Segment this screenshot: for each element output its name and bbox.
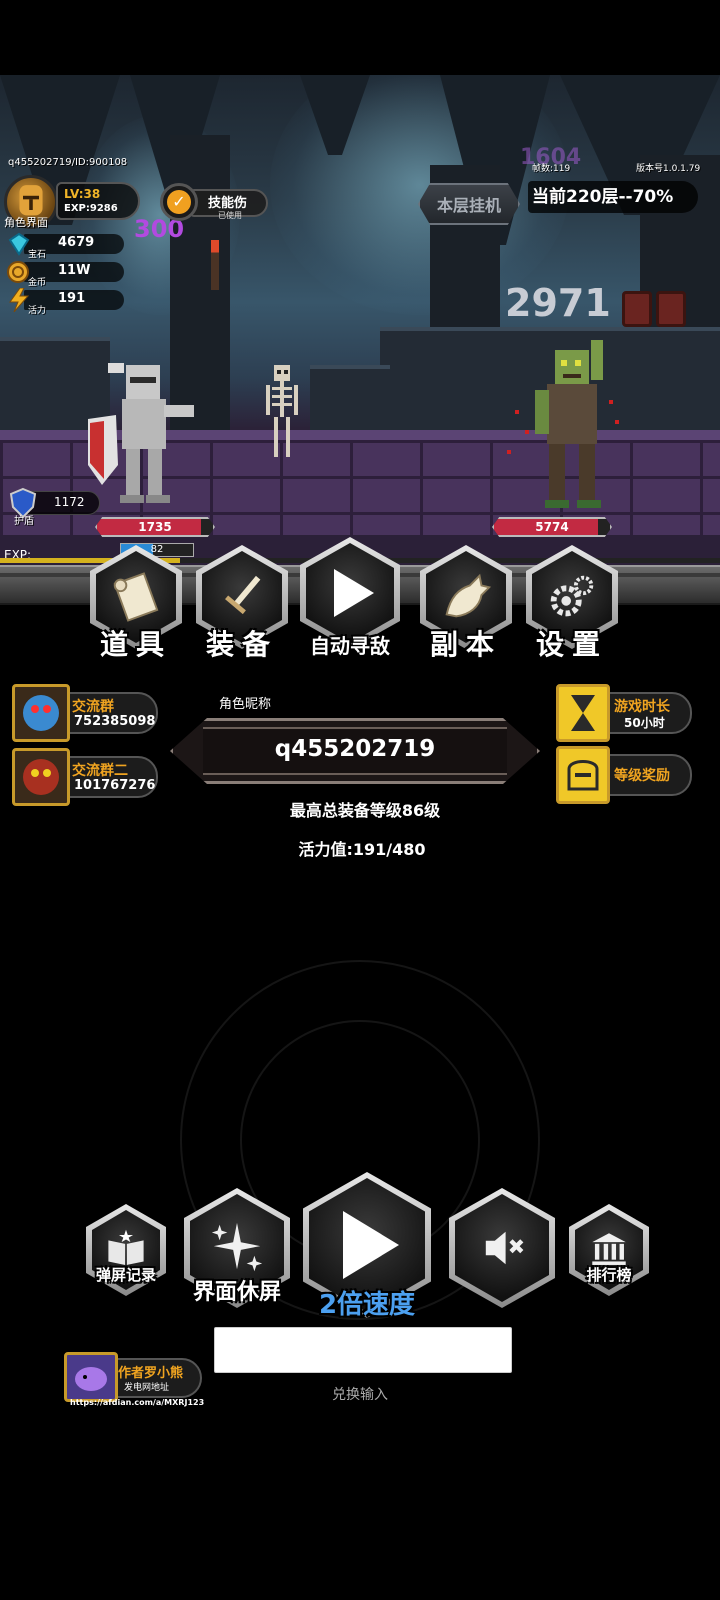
community-group-1[interactable]: 交流群 752385098 xyxy=(12,684,158,746)
gold-value: 11W xyxy=(58,263,91,278)
group-1-name: 交流群 xyxy=(72,699,114,715)
player-knight-sprite xyxy=(88,363,194,503)
check-icon: ✓ xyxy=(167,190,191,214)
gem-label: 宝石 xyxy=(28,250,47,260)
danmaku-record-button[interactable]: 弹屏记录 xyxy=(86,1204,166,1296)
nickname-label: 角色昵称 xyxy=(219,697,272,712)
group-1-number: 752385098 xyxy=(74,714,156,729)
hourglass-frame xyxy=(556,684,610,742)
barrel xyxy=(656,291,686,327)
skeleton-sprite xyxy=(266,365,298,457)
level-display: LV:38 xyxy=(64,187,101,201)
skill-used-label: 已使用 xyxy=(218,211,242,220)
hourglass-icon xyxy=(571,695,595,731)
hang-floor-button[interactable]: 本层挂机 xyxy=(418,183,520,225)
rock-ledge xyxy=(310,365,390,435)
menu-settings-button[interactable]: 设置 xyxy=(522,545,622,665)
exp-value: EXP:9286 xyxy=(64,203,118,214)
menu-settings-label: 设置 xyxy=(535,628,608,661)
gem-value: 4679 xyxy=(58,235,95,250)
scroll-icon xyxy=(113,572,159,622)
shield-label: 护盾 xyxy=(14,516,34,527)
enemy-hp-bar: 5774 xyxy=(492,517,612,537)
torch xyxy=(211,240,219,290)
menu-auto-find-button[interactable]: 自动寻敌 xyxy=(300,537,400,665)
fps-counter: 帧数:119 xyxy=(532,164,571,174)
player-id-line: q455202719/ID:900108 xyxy=(8,157,128,168)
helmet-frame xyxy=(556,746,610,804)
speed-label: 2倍速度 xyxy=(318,1290,416,1320)
menu-auto-find-label: 自动寻敌 xyxy=(310,634,390,658)
battle-scene: 300 2971 1604 xyxy=(0,75,720,580)
play-icon xyxy=(334,569,374,617)
vitality-value: 活力值:191/480 xyxy=(298,840,426,859)
playtime-label: 游戏时长 xyxy=(614,699,670,715)
menu-dungeon-label: 副本 xyxy=(429,628,502,661)
gold-helmet-icon xyxy=(567,760,599,791)
speaker-mute-icon xyxy=(485,1231,524,1265)
playtime-button[interactable]: 游戏时长 50小时 xyxy=(556,684,692,744)
shield-value: 1172 xyxy=(54,495,85,509)
group-avatar xyxy=(12,684,70,742)
energy-stat: 191 活力 xyxy=(6,288,124,316)
gold-label: 金币 xyxy=(28,278,47,288)
enemy-zombie-sprite xyxy=(507,340,619,508)
mute-button[interactable] xyxy=(449,1188,555,1308)
monster-icon xyxy=(23,695,59,731)
floor-progress: 当前220层--70% xyxy=(528,181,698,213)
role-screen-label[interactable]: 角色界面 xyxy=(4,214,48,230)
screen-sleep-button[interactable]: 界面休屏 xyxy=(184,1188,290,1308)
leaderboard-label: 排行榜 xyxy=(586,1266,632,1284)
barrel xyxy=(622,291,652,327)
gear-icon xyxy=(550,575,594,617)
sparkle-icon xyxy=(211,1222,263,1272)
skill-damage-button[interactable]: ✓ 技能伤 已使用 xyxy=(160,183,268,221)
demon-icon xyxy=(23,759,59,795)
group-2-number: 101767276 xyxy=(74,778,156,793)
damage-popup: 2971 xyxy=(505,281,611,325)
leaderboard-button[interactable]: 排行榜 xyxy=(569,1204,649,1296)
dragon-icon xyxy=(445,573,492,618)
danmaku-record-label: 弹屏记录 xyxy=(95,1266,156,1284)
nickname-value: q455202719 xyxy=(274,736,436,762)
energy-label: 活力 xyxy=(28,306,47,316)
group-2-name: 交流群二 xyxy=(72,763,128,779)
level-reward-label: 等级奖励 xyxy=(614,768,670,784)
menu-equipment-label: 装备 xyxy=(205,628,278,661)
player-hp-bar: 1735 xyxy=(95,517,215,537)
screen-sleep-label: 界面休屏 xyxy=(192,1280,281,1305)
speed-toggle-button[interactable]: 2倍速度 xyxy=(303,1172,431,1320)
redeem-label: 兑换输入 xyxy=(332,1387,388,1403)
version-label: 版本号1.0.1.79 xyxy=(636,164,701,174)
gem-stat: 4679 宝石 xyxy=(6,232,124,260)
energy-value: 191 xyxy=(58,291,86,306)
redeem-code-input[interactable] xyxy=(214,1327,512,1373)
gold-stat: 11W 金币 xyxy=(6,260,124,288)
sword-icon xyxy=(225,575,261,615)
shield-stat: 1172 护盾 xyxy=(8,487,100,527)
menu-items-button[interactable]: 道具 xyxy=(86,545,186,665)
playtime-value: 50小时 xyxy=(624,716,665,730)
hang-floor-label: 本层挂机 xyxy=(436,196,501,215)
menu-equipment-button[interactable]: 装备 xyxy=(192,545,292,665)
player-hp-value: 1735 xyxy=(138,520,172,534)
enemy-hp-value: 5774 xyxy=(535,520,569,534)
author-name: 作者罗小熊 xyxy=(118,1366,184,1381)
game-screen: 300 2971 1604 q455202719/ID:900108 帧数:11… xyxy=(0,0,720,1600)
play-icon xyxy=(343,1211,399,1279)
max-equipment-level: 最高总装备等级86级 xyxy=(289,801,441,820)
menu-dungeon-button[interactable]: 副本 xyxy=(416,545,516,665)
skill-damage-label: 技能伤 xyxy=(208,196,248,211)
level-box: LV:38 EXP:9286 xyxy=(56,182,140,220)
menu-items-label: 道具 xyxy=(99,628,172,661)
